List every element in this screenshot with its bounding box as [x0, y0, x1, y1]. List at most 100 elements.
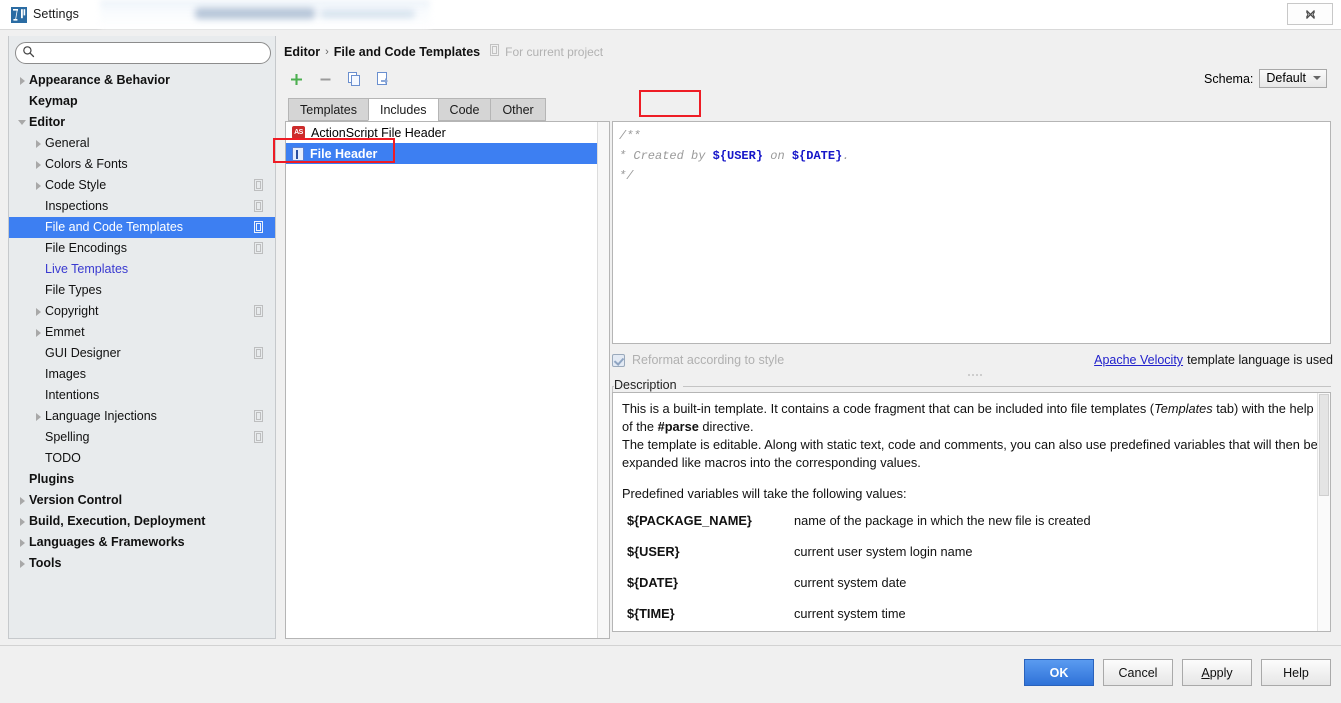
list-item-label: ActionScript File Header [311, 125, 446, 140]
sidebar-item-copyright[interactable]: Copyright [9, 301, 275, 322]
window-title: Settings [33, 7, 79, 21]
chevron-right-icon[interactable] [31, 175, 45, 196]
sidebar-item-plugins[interactable]: Plugins [9, 469, 275, 490]
plus-icon[interactable] [286, 69, 306, 89]
apache-velocity-link[interactable]: Apache Velocity [1094, 353, 1183, 367]
sidebar-item-file-and-code-templates[interactable]: File and Code Templates [9, 217, 275, 238]
code-line-3-text: */ [619, 169, 634, 183]
breadcrumb-parent[interactable]: Editor [284, 45, 320, 59]
help-button[interactable]: Help [1261, 659, 1331, 686]
project-scope-icon [254, 200, 265, 212]
search-input[interactable] [39, 44, 270, 62]
description-scrollbar[interactable] [1317, 393, 1330, 631]
sidebar-item-images[interactable]: Images [9, 364, 275, 385]
reset-icon[interactable] [373, 69, 393, 89]
breadcrumb-current: File and Code Templates [333, 44, 481, 59]
description-scroll-thumb[interactable] [1319, 394, 1329, 496]
table-row: ${TIME} current system time [622, 600, 1321, 631]
sidebar-item-todo[interactable]: TODO [9, 448, 275, 469]
sidebar-item-label: Colors & Fonts [45, 157, 128, 171]
sidebar-item-intentions[interactable]: Intentions [9, 385, 275, 406]
description-paragraph-1: This is a built-in template. It contains… [622, 400, 1321, 436]
list-item-label: File Header [310, 146, 378, 161]
sidebar-item-label: Images [45, 367, 86, 381]
project-scope-icon [254, 179, 265, 191]
template-list: AS ActionScript File Header File Header [286, 122, 609, 164]
sidebar-item-spelling[interactable]: Spelling [9, 427, 275, 448]
code-line-2-mid: on [763, 149, 792, 163]
chevron-right-icon[interactable] [15, 70, 29, 91]
copy-icon[interactable] [344, 69, 364, 89]
sidebar-item-appearance-behavior[interactable]: Appearance & Behavior [9, 70, 275, 91]
dialog-button-bar: OK Cancel Apply Help [0, 645, 1341, 703]
sidebar-item-gui-designer[interactable]: GUI Designer [9, 343, 275, 364]
schema-dropdown[interactable]: Default [1259, 69, 1327, 88]
sidebar-item-label: Version Control [29, 493, 123, 507]
sidebar-item-tools[interactable]: Tools [9, 553, 275, 574]
ok-button[interactable]: OK [1024, 659, 1094, 686]
search-box[interactable] [15, 42, 271, 64]
cancel-button[interactable]: Cancel [1103, 659, 1173, 686]
chevron-right-icon[interactable] [31, 301, 45, 322]
variable-name: ${DATE} [627, 575, 678, 590]
apply-button[interactable]: Apply [1182, 659, 1252, 686]
chevron-right-icon[interactable] [31, 322, 45, 343]
chevron-right-icon[interactable] [15, 511, 29, 532]
description-box: This is a built-in template. It contains… [612, 392, 1331, 632]
list-item[interactable]: AS ActionScript File Header [286, 122, 609, 143]
schema-label: Schema: [1204, 71, 1254, 86]
variable-description: current system time [794, 606, 906, 621]
description-paragraph-2: The template is editable. Along with sta… [622, 437, 1318, 470]
sidebar-item-label: TODO [45, 451, 81, 465]
reformat-checkbox[interactable] [612, 353, 625, 367]
tab-includes[interactable]: Includes [367, 98, 438, 121]
tab-templates[interactable]: Templates [288, 98, 368, 121]
background-blur-artifact-2 [195, 8, 315, 19]
sidebar-item-label: File Encodings [45, 241, 127, 255]
sidebar-item-code-style[interactable]: Code Style [9, 175, 275, 196]
schema-selector: Schema: Default [1204, 69, 1327, 88]
description-paragraph-3: Predefined variables will take the follo… [622, 486, 907, 501]
sidebar-item-inspections[interactable]: Inspections [9, 196, 275, 217]
tab-other[interactable]: Other [490, 98, 546, 121]
sidebar-item-language-injections[interactable]: Language Injections [9, 406, 275, 427]
scope-note: For current project [490, 44, 603, 59]
close-icon[interactable] [1287, 3, 1333, 25]
sidebar-item-label: GUI Designer [45, 346, 121, 360]
chevron-right-icon[interactable] [15, 532, 29, 553]
sidebar-item-keymap[interactable]: Keymap [9, 91, 275, 112]
sidebar-item-emmet[interactable]: Emmet [9, 322, 275, 343]
sidebar-item-file-types[interactable]: File Types [9, 280, 275, 301]
sidebar-item-colors-fonts[interactable]: Colors & Fonts [9, 154, 275, 175]
list-item[interactable]: File Header [286, 143, 609, 164]
chevron-right-icon[interactable] [31, 406, 45, 427]
template-list-scrollbar[interactable] [597, 122, 609, 638]
table-row: ${USER} current user system login name [622, 538, 1321, 569]
sidebar-item-file-encodings[interactable]: File Encodings [9, 238, 275, 259]
sidebar-item-general[interactable]: General [9, 133, 275, 154]
actionscript-file-icon: AS [292, 126, 305, 139]
template-code-editor[interactable]: /** * Created by ${USER} on ${DATE}. */ [612, 121, 1331, 344]
splitter-handle[interactable] [964, 371, 986, 379]
minus-icon[interactable] [315, 69, 335, 89]
dialog-body: Appearance & Behavior Keymap Editor General… [0, 30, 1341, 645]
sidebar-item-languages-frameworks[interactable]: Languages & Frameworks [9, 532, 275, 553]
chevron-right-icon[interactable] [31, 133, 45, 154]
template-tabs: Templates Includes Code Other [288, 98, 546, 121]
sidebar-item-live-templates[interactable]: Live Templates [9, 259, 275, 280]
sidebar-item-version-control[interactable]: Version Control [9, 490, 275, 511]
chevron-right-icon[interactable] [15, 490, 29, 511]
sidebar-item-editor[interactable]: Editor [9, 112, 275, 133]
sidebar-item-label: Tools [29, 556, 62, 570]
schema-value: Default [1266, 71, 1306, 85]
templates-toolbar [286, 68, 393, 90]
chevron-right-icon[interactable] [15, 553, 29, 574]
scope-note-label: For current project [505, 44, 604, 59]
tab-code[interactable]: Code [437, 98, 491, 121]
chevron-down-icon[interactable] [15, 112, 29, 133]
sidebar-item-build-execution-deployment[interactable]: Build, Execution, Deployment [9, 511, 275, 532]
chevron-right-icon[interactable] [31, 154, 45, 175]
